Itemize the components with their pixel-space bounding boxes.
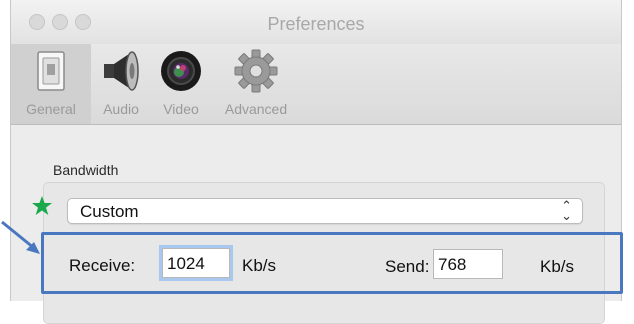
send-label: Send:	[385, 257, 430, 276]
send-unit: Kb/s	[540, 257, 575, 276]
title-bar[interactable]: Preferences	[11, 0, 621, 44]
window-title: Preferences	[267, 14, 365, 34]
toolbar: General Audio Video Advanced	[11, 44, 621, 125]
gear-icon	[233, 48, 279, 99]
tab-video-label: Video	[163, 101, 199, 117]
callout-arrow-icon	[1, 220, 40, 254]
general-switch-icon	[30, 48, 72, 99]
tab-general[interactable]: General	[11, 44, 91, 124]
tab-general-label: General	[26, 101, 76, 117]
camera-lens-icon	[158, 48, 204, 99]
chevron-updown-icon: ⌃ ⌄	[561, 198, 572, 223]
bandwidth-preset-value: Custom	[80, 202, 139, 221]
send-field[interactable]: 768	[433, 249, 503, 279]
bandwidth-heading: Bandwidth	[53, 162, 119, 178]
tab-advanced[interactable]: Advanced	[211, 44, 301, 124]
receive-label: Receive:	[69, 256, 136, 275]
tab-audio-label: Audio	[103, 101, 139, 117]
receive-unit: Kb/s	[242, 256, 277, 275]
bandwidth-preset-select[interactable]: Custom ⌃ ⌄	[67, 198, 583, 224]
star-annotation-icon	[32, 196, 52, 215]
tab-advanced-label: Advanced	[224, 101, 288, 117]
speaker-icon	[98, 48, 144, 99]
tab-video[interactable]: Video	[151, 44, 211, 124]
tab-audio[interactable]: Audio	[91, 44, 151, 124]
receive-field[interactable]: 1024	[159, 245, 233, 281]
